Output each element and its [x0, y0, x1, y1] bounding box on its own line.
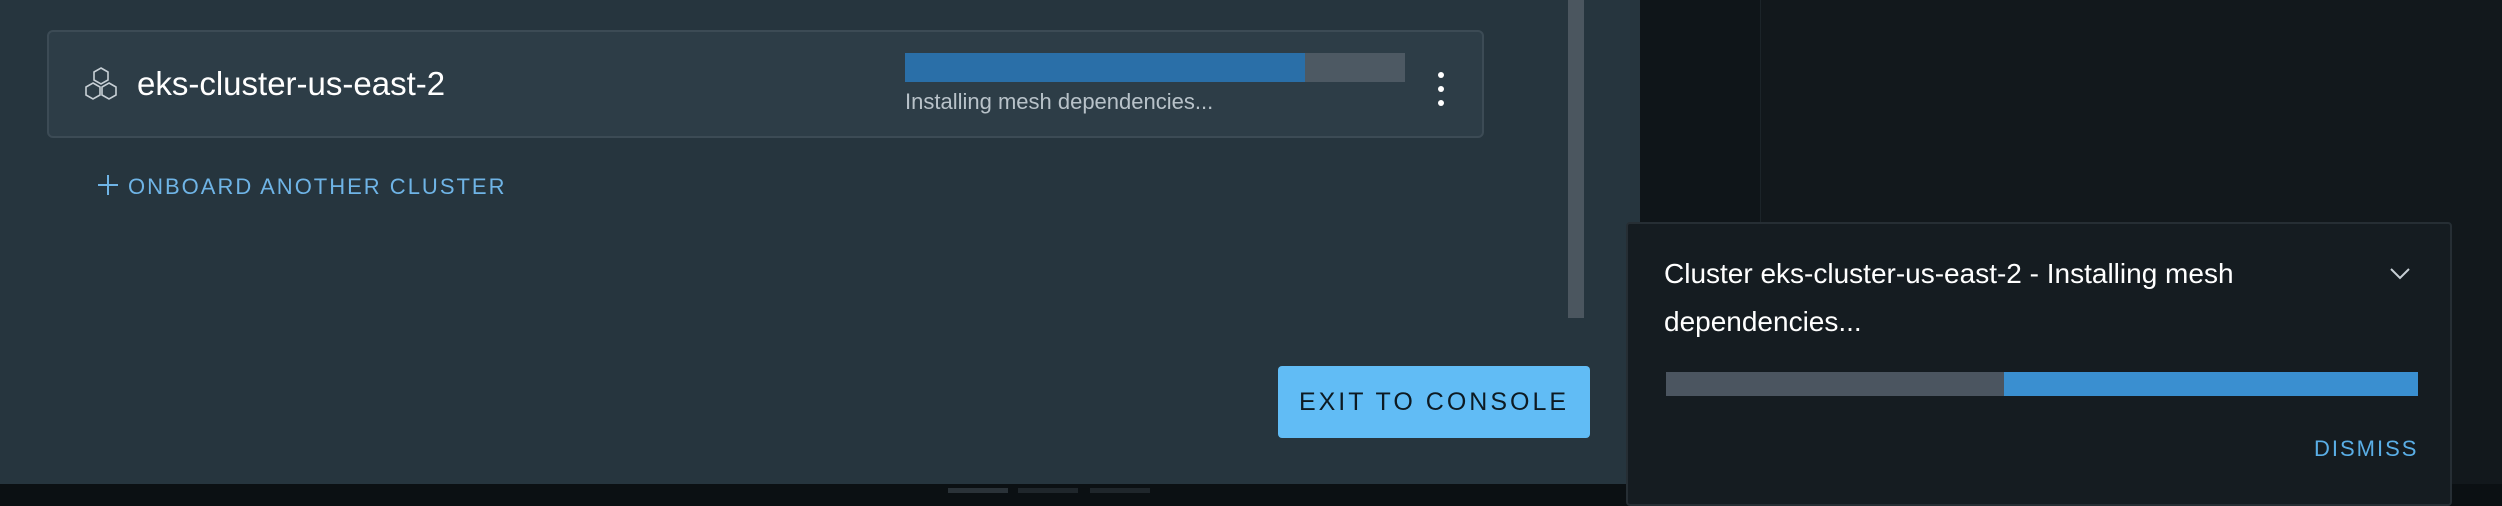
- toast-progress-fill: [2004, 372, 2418, 396]
- cluster-progress-bar: [905, 53, 1405, 82]
- bottom-tab[interactable]: [948, 488, 1008, 493]
- toast-notification: Cluster eks-cluster-us-east-2 - Installi…: [1626, 222, 2452, 506]
- onboard-label: ONBOARD ANOTHER CLUSTER: [128, 174, 507, 199]
- plus-icon: [98, 175, 118, 195]
- bottom-tab[interactable]: [1090, 488, 1150, 493]
- toast-message: Cluster eks-cluster-us-east-2 - Installi…: [1664, 258, 2234, 337]
- exit-to-console-button[interactable]: EXIT TO CONSOLE: [1278, 366, 1590, 438]
- dismiss-button[interactable]: DISMISS: [2314, 434, 2418, 464]
- main-content: eks-cluster-us-east-2 Installing mesh de…: [0, 0, 1640, 484]
- toast-progress-bar: [1666, 372, 2418, 396]
- bottom-tab[interactable]: [1018, 488, 1078, 493]
- chevron-down-icon[interactable]: [2386, 260, 2414, 288]
- scrollbar[interactable]: [1568, 0, 1584, 318]
- cluster-name: eks-cluster-us-east-2: [137, 65, 446, 102]
- more-options-icon[interactable]: [1429, 70, 1453, 108]
- hexagon-cluster-icon: [85, 67, 117, 100]
- cluster-progress-fill: [905, 53, 1305, 82]
- cluster-progress-status: Installing mesh dependencies...: [905, 89, 1214, 114]
- cluster-card: eks-cluster-us-east-2 Installing mesh de…: [47, 30, 1484, 138]
- onboard-another-cluster-link[interactable]: ONBOARD ANOTHER CLUSTER: [96, 170, 507, 200]
